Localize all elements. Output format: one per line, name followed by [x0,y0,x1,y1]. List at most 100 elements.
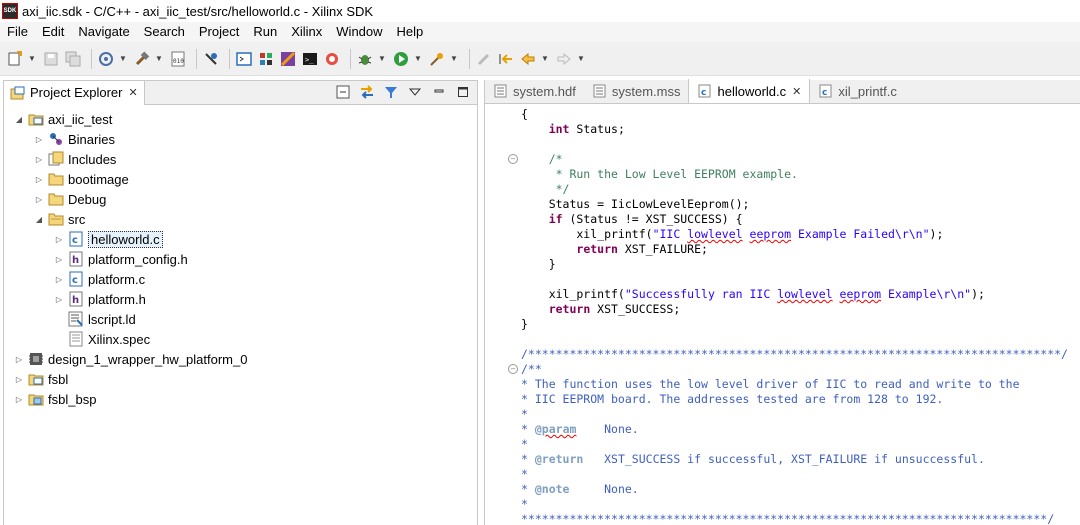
code-line: * Run the Low Level EEPROM example. [521,167,798,181]
minimize-icon[interactable] [431,84,447,100]
fold-toggle-icon[interactable]: – [508,364,518,374]
expand-arrow-closed-icon[interactable]: ▷ [54,295,64,304]
code-area[interactable]: { int Status; /* * Run the Low Level EEP… [485,104,1080,525]
bug-icon[interactable] [356,50,374,68]
blocks-icon[interactable] [279,50,297,68]
bsp-icon [28,391,44,407]
build-dropdown-arrow[interactable]: ▼ [155,54,163,63]
expand-arrow-closed-icon[interactable]: ▷ [54,255,64,264]
expand-arrow-closed-icon[interactable]: ▷ [34,175,44,184]
save-all-icon[interactable] [64,50,82,68]
external-tools-dropdown-arrow[interactable]: ▼ [450,54,458,63]
program-fpga-icon[interactable] [257,50,275,68]
target-icon[interactable] [97,50,115,68]
tab-label: system.mss [611,83,681,99]
menu-search[interactable]: Search [137,22,192,42]
fold-toggle-icon[interactable]: – [508,154,518,164]
last-edit-icon[interactable] [497,50,515,68]
tab-system-mss[interactable]: system.mss [584,79,689,103]
menu-window[interactable]: Window [329,22,389,42]
tab-label: helloworld.c [717,83,787,99]
tree-item[interactable]: lscript.ld [54,309,136,329]
expand-arrow-closed-icon[interactable]: ▷ [54,275,64,284]
edit-icon[interactable] [475,50,493,68]
expand-arrow-closed-icon[interactable]: ▷ [34,195,44,204]
target-dropdown-arrow[interactable]: ▼ [119,54,127,63]
debug-dropdown-arrow[interactable]: ▼ [378,54,386,63]
tree-item[interactable]: ▷ Debug [34,189,106,209]
back-dropdown-arrow[interactable]: ▼ [541,54,549,63]
binary-icon[interactable]: 010 [169,50,187,68]
tree-item[interactable]: ▷ fsbl [14,369,68,389]
link-with-editor-icon[interactable] [359,84,375,100]
menu-run[interactable]: Run [246,22,284,42]
code-line: * IIC EEPROM board. The addresses tested… [521,392,944,406]
expand-arrow-open-icon[interactable]: ◢ [34,215,44,224]
tree-item[interactable]: ▷ h platform_config.h [54,249,188,269]
expand-arrow-closed-icon[interactable]: ▷ [34,135,44,144]
panel-toolbar [327,84,471,100]
external-tools-icon[interactable] [428,50,446,68]
tab-label: xil_printf.c [838,83,897,99]
svg-text:h: h [72,255,79,266]
new-icon[interactable] [6,50,24,68]
tree-item[interactable]: ▷ fsbl_bsp [14,389,97,409]
tree-item-label: platform_config.h [88,251,188,267]
collapse-all-icon[interactable] [335,84,351,100]
menu-project[interactable]: Project [192,22,246,42]
menu-navigate[interactable]: Navigate [71,22,136,42]
close-icon[interactable]: ✕ [128,86,137,99]
save-icon[interactable] [42,50,60,68]
tab-project-explorer[interactable]: Project Explorer ✕ [4,80,145,105]
build-icon[interactable] [133,50,151,68]
tree-item[interactable]: ▷ c helloworld.c [54,229,163,249]
menu-bar: File Edit Navigate Search Project Run Xi… [0,22,1080,42]
tree-item-label: platform.h [88,291,146,307]
debug-icon[interactable] [202,50,220,68]
filter-icon[interactable] [383,84,399,100]
tree-item[interactable]: ▷ design_1_wrapper_hw_platform_0 [14,349,248,369]
expand-arrow-closed-icon[interactable]: ▷ [34,155,44,164]
back-icon[interactable] [519,50,537,68]
project-explorer-panel: Project Explorer ✕ ◢ axi_iic_test ▷ Bina… [3,80,478,525]
run-icon[interactable] [392,50,410,68]
tree-item[interactable]: ▷ c platform.c [54,269,145,289]
tree-item[interactable]: ◢ axi_iic_test [14,109,112,129]
forward-dropdown-arrow[interactable]: ▼ [577,54,585,63]
tab-helloworld-c[interactable]: c helloworld.c ✕ [688,79,811,103]
tab-xil-printf-c[interactable]: c xil_printf.c [810,79,905,103]
menu-edit[interactable]: Edit [35,22,71,42]
h-file-icon: h [68,251,84,267]
tree-item[interactable]: ▷ bootimage [34,169,129,189]
code-line: * [521,407,528,421]
expand-arrow-open-icon[interactable]: ◢ [14,115,24,124]
view-menu-icon[interactable] [407,84,423,100]
menu-help[interactable]: Help [390,22,431,42]
expand-arrow-closed-icon[interactable]: ▷ [14,355,24,364]
tab-system-hdf[interactable]: system.hdf [485,79,584,103]
tree-item[interactable]: ▷ h platform.h [54,289,146,309]
tree-item[interactable]: ▷ Includes [34,149,116,169]
close-icon[interactable]: ✕ [792,85,801,98]
new-dropdown-arrow[interactable]: ▼ [28,54,36,63]
expand-arrow-closed-icon[interactable]: ▷ [14,375,24,384]
terminal-icon[interactable] [235,50,253,68]
code-line: /** [521,362,542,376]
expand-arrow-closed-icon[interactable]: ▷ [54,235,64,244]
tree-item[interactable]: Xilinx.spec [54,329,150,349]
project-explorer-icon [10,85,26,101]
menu-file[interactable]: File [0,22,35,42]
tree-item[interactable]: ◢ src [34,209,85,229]
expand-arrow-closed-icon[interactable]: ▷ [14,395,24,404]
tree-item-label: src [68,211,86,227]
sdk-terminal-icon[interactable]: >_ [301,50,319,68]
run-dropdown-arrow[interactable]: ▼ [414,54,422,63]
spec-file-icon [68,331,84,347]
maximize-icon[interactable] [455,84,471,100]
menu-xilinx[interactable]: Xilinx [284,22,329,42]
svg-text:c: c [822,88,827,98]
repository-icon[interactable] [323,50,341,68]
tree-item[interactable]: ▷ Binaries [34,129,115,149]
forward-icon[interactable] [555,50,573,68]
c-file-icon: c [818,83,834,99]
